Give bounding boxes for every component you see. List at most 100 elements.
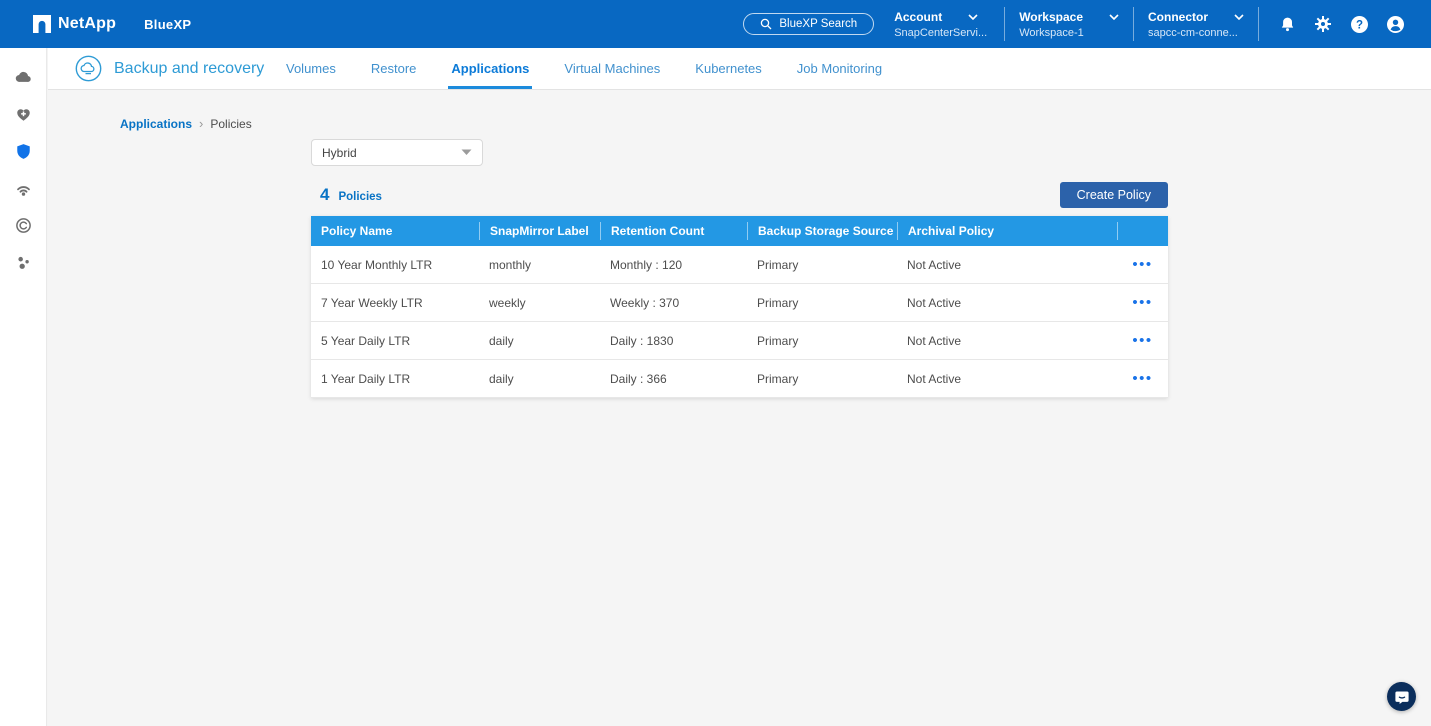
workspace-label: Workspace xyxy=(1019,10,1083,24)
governance-icon xyxy=(14,179,33,198)
bluexp-search-button[interactable]: BlueXP Search xyxy=(743,13,874,35)
cell-archival-policy: Not Active xyxy=(897,334,1117,348)
cell-snapmirror-label: monthly xyxy=(479,258,600,272)
notifications-button[interactable] xyxy=(1269,6,1305,42)
create-policy-button[interactable]: Create Policy xyxy=(1060,182,1168,208)
row-actions-menu-button[interactable]: ••• xyxy=(1130,294,1154,312)
cell-archival-policy: Not Active xyxy=(897,296,1117,310)
main-content: Applications › Policies Hybrid 4 Policie… xyxy=(48,90,1431,726)
column-header-snapmirror-label: SnapMirror Label xyxy=(479,222,600,240)
policies-count-label: Policies xyxy=(338,191,381,203)
cell-snapmirror-label: weekly xyxy=(479,296,600,310)
tab-kubernetes[interactable]: Kubernetes xyxy=(692,48,765,89)
policies-table: Policy Name SnapMirror Label Retention C… xyxy=(311,216,1168,398)
cell-policy-name: 7 Year Weekly LTR xyxy=(311,296,479,310)
chevron-down-icon xyxy=(1234,14,1244,20)
dropdown-value: Hybrid xyxy=(322,146,357,160)
column-header-retention-count: Retention Count xyxy=(600,222,747,240)
policies-list-header: 4 Policies Create Policy xyxy=(311,181,1168,208)
netapp-logo-icon xyxy=(33,15,51,33)
chat-button[interactable] xyxy=(1387,682,1416,711)
connector-menu[interactable]: Connector sapcc-cm-conne... xyxy=(1148,10,1244,39)
account-value: SnapCenterServi... xyxy=(894,27,990,39)
tab-restore[interactable]: Restore xyxy=(368,48,420,89)
breadcrumb-applications-link[interactable]: Applications xyxy=(120,117,192,131)
tab-virtual-machines[interactable]: Virtual Machines xyxy=(561,48,663,89)
gear-icon xyxy=(1314,15,1332,33)
search-icon xyxy=(760,18,772,30)
bluexp-screen: NetApp BlueXP BlueXP Search Account Snap… xyxy=(0,0,1431,726)
topbar-divider xyxy=(1004,7,1005,41)
protection-icon xyxy=(15,143,32,160)
sidebar-item-health[interactable] xyxy=(5,96,41,133)
column-header-archival-policy: Archival Policy xyxy=(897,222,1117,240)
connector-label: Connector xyxy=(1148,10,1208,24)
column-header-actions xyxy=(1117,222,1168,240)
backup-recovery-icon xyxy=(75,55,102,82)
settings-button[interactable] xyxy=(1305,6,1341,42)
cell-backup-storage-source: Primary xyxy=(747,296,897,310)
row-actions-menu-button[interactable]: ••• xyxy=(1130,256,1154,274)
table-row: 5 Year Daily LTR daily Daily : 1830 Prim… xyxy=(311,322,1168,360)
cell-backup-storage-source: Primary xyxy=(747,372,897,386)
cell-retention-count: Daily : 1830 xyxy=(600,334,747,348)
topbar-divider xyxy=(1258,7,1259,41)
account-label: Account xyxy=(894,10,942,24)
sidebar-item-storage[interactable] xyxy=(5,59,41,96)
cell-archival-policy: Not Active xyxy=(897,372,1117,386)
svg-text:?: ? xyxy=(1355,19,1362,31)
breadcrumb-current: Policies xyxy=(210,117,251,131)
page-title: Backup and recovery xyxy=(114,60,264,78)
column-header-policy-name: Policy Name xyxy=(311,222,479,240)
table-header-row: Policy Name SnapMirror Label Retention C… xyxy=(311,216,1168,246)
table-row: 1 Year Daily LTR daily Daily : 366 Prima… xyxy=(311,360,1168,398)
breadcrumb-separator: › xyxy=(199,116,203,131)
tab-volumes[interactable]: Volumes xyxy=(283,48,339,89)
table-row: 10 Year Monthly LTR monthly Monthly : 12… xyxy=(311,246,1168,284)
sidebar-item-protection[interactable] xyxy=(5,133,41,170)
brand: NetApp BlueXP xyxy=(33,15,191,33)
policies-count: 4 xyxy=(320,185,329,205)
account-menu[interactable]: Account SnapCenterServi... xyxy=(894,10,990,39)
cell-policy-name: 10 Year Monthly LTR xyxy=(311,258,479,272)
topbar: NetApp BlueXP BlueXP Search Account Snap… xyxy=(0,0,1431,48)
workspace-menu[interactable]: Workspace Workspace-1 xyxy=(1019,10,1119,39)
cell-snapmirror-label: daily xyxy=(479,372,600,386)
column-header-backup-storage-source: Backup Storage Source xyxy=(747,222,897,240)
mobility-icon xyxy=(15,217,32,234)
sidebar-item-extensions[interactable] xyxy=(5,244,41,281)
cell-backup-storage-source: Primary xyxy=(747,258,897,272)
table-row: 7 Year Weekly LTR weekly Weekly : 370 Pr… xyxy=(311,284,1168,322)
service-tabs: Volumes Restore Applications Virtual Mac… xyxy=(283,48,885,89)
topbar-right: BlueXP Search Account SnapCenterServi...… xyxy=(743,0,1413,48)
policy-type-dropdown[interactable]: Hybrid xyxy=(311,139,483,166)
chevron-down-icon xyxy=(968,14,978,20)
help-button[interactable]: ? xyxy=(1341,6,1377,42)
search-label: BlueXP Search xyxy=(779,18,857,30)
workspace-value: Workspace-1 xyxy=(1019,27,1119,39)
tab-applications[interactable]: Applications xyxy=(448,48,532,89)
connector-value: sapcc-cm-conne... xyxy=(1148,27,1244,39)
cell-retention-count: Monthly : 120 xyxy=(600,258,747,272)
cell-policy-name: 5 Year Daily LTR xyxy=(311,334,479,348)
help-icon: ? xyxy=(1350,15,1369,34)
tab-job-monitoring[interactable]: Job Monitoring xyxy=(794,48,885,89)
sidebar-item-governance[interactable] xyxy=(5,170,41,207)
extensions-icon xyxy=(15,254,32,271)
dropdown-caret-icon xyxy=(461,149,472,156)
row-actions-menu-button[interactable]: ••• xyxy=(1130,332,1154,350)
storage-icon xyxy=(14,68,33,87)
cell-policy-name: 1 Year Daily LTR xyxy=(311,372,479,386)
topbar-icons: ? xyxy=(1269,6,1413,42)
service-header: Backup and recovery Volumes Restore Appl… xyxy=(48,48,1431,90)
chevron-down-icon xyxy=(1109,14,1119,20)
brand-name: NetApp xyxy=(58,15,116,33)
row-actions-menu-button[interactable]: ••• xyxy=(1130,370,1154,388)
cell-snapmirror-label: daily xyxy=(479,334,600,348)
breadcrumb: Applications › Policies xyxy=(120,116,252,131)
health-icon xyxy=(15,106,32,123)
user-button[interactable] xyxy=(1377,6,1413,42)
sidebar-item-mobility[interactable] xyxy=(5,207,41,244)
cell-backup-storage-source: Primary xyxy=(747,334,897,348)
cell-retention-count: Weekly : 370 xyxy=(600,296,747,310)
